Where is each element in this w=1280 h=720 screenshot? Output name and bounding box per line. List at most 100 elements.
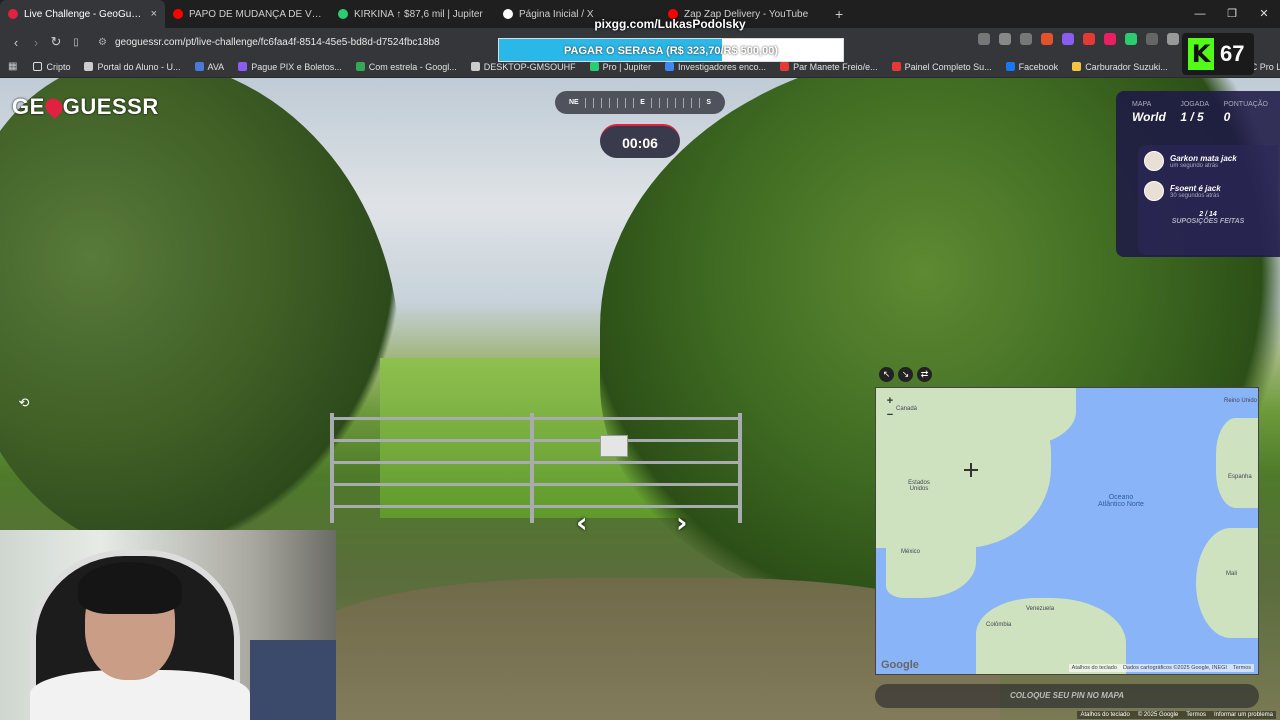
extension-icon[interactable] (1146, 33, 1158, 45)
guesses-counter: 2 / 14 SUPOSIÇÕES FEITAS (1171, 211, 1245, 225)
extension-icon[interactable] (1020, 33, 1032, 45)
apps-grid-icon[interactable]: ▦ (8, 61, 17, 72)
viewer-count: 67 (1220, 41, 1245, 66)
compass-label: NE (569, 99, 579, 106)
bookmark-item[interactable]: Par Manete Freio/e... (774, 62, 884, 72)
extension-icon[interactable] (1125, 33, 1137, 45)
forward-icon[interactable]: › (26, 35, 46, 50)
expand-map-icon[interactable]: ↖ (879, 367, 894, 382)
player-item: Garkon mata jack um segundo atrás (1144, 151, 1272, 171)
extension-icon[interactable] (1083, 33, 1095, 45)
bookmark-item[interactable]: Painel Completo Su... (886, 62, 998, 72)
game-status-panel: MAPA World JOGADA 1 / 5 PONTUAÇÃO 0 Garkon … (1116, 91, 1280, 257)
bookmark-favicon-icon (194, 62, 204, 71)
bookmark-item[interactable]: AVA (189, 62, 231, 72)
bookmark-label: Par Manete Freio/e... (793, 61, 878, 72)
map-label: México (901, 549, 921, 555)
extension-icon[interactable] (1104, 33, 1116, 45)
google-logo: Google (881, 659, 919, 671)
goal-text: PAGAR O SERASA (R$ 323,70/R$ 500,00) (564, 45, 778, 57)
extensions-puzzle-icon[interactable] (1167, 33, 1179, 45)
terms-link[interactable]: Termos (1233, 665, 1251, 671)
bookmark-item[interactable]: Pague PIX e Boletos... (232, 62, 348, 72)
minimize-button[interactable]: — (1184, 0, 1216, 28)
bookmark-favicon-icon (780, 62, 790, 71)
bookmark-item[interactable]: Investigadores enco... (659, 62, 772, 72)
extension-icon[interactable] (1062, 33, 1074, 45)
site-info-icon[interactable]: ⚙ (98, 37, 107, 48)
logo-text: GUESSR (62, 94, 159, 119)
compass: NE E S (555, 91, 725, 114)
zoom-in-button[interactable]: + (884, 394, 896, 408)
geoguessr-logo: GE GUESSR (12, 94, 159, 120)
logo-text: GE (12, 94, 45, 119)
brave-icon[interactable] (1041, 33, 1053, 45)
bookmark-item[interactable]: Carburador Suzuki... (1066, 62, 1174, 72)
bookmark-label: Carburador Suzuki... (1085, 61, 1168, 72)
folder-icon (33, 62, 43, 71)
bookmark-item[interactable]: Pro | Jupiter (584, 62, 657, 72)
guess-map[interactable]: Canadá Estados Unidos México Venezuela C… (875, 387, 1259, 675)
avatar (1144, 151, 1164, 171)
player-item: Fsoent é jack 30 segundos atrás (1144, 181, 1272, 201)
compass-label: S (706, 99, 712, 106)
kick-logo-icon: K (1188, 38, 1214, 70)
close-tab-icon[interactable]: × (151, 8, 157, 20)
compass-ticks (650, 97, 701, 108)
extension-icon[interactable] (999, 33, 1011, 45)
compass-ticks (584, 97, 635, 108)
bookmark-item[interactable]: Com estrela - Googl... (350, 62, 463, 72)
move-right-arrow[interactable]: › (676, 509, 708, 537)
maximize-button[interactable]: ❐ (1216, 0, 1248, 28)
crosshair-cursor-icon (964, 463, 978, 477)
bookmark-label: Facebook (1018, 61, 1059, 72)
map-stat: MAPA World (1132, 101, 1166, 124)
players-list: Garkon mata jack um segundo atrás Fsoent … (1138, 145, 1278, 255)
bookmark-item[interactable]: Cripto (27, 62, 76, 72)
back-icon[interactable]: ‹ (6, 35, 26, 50)
tab-title: PAPO DE MUDANÇA DE VIDA COM (189, 8, 322, 20)
bookmark-favicon-icon (589, 62, 599, 71)
bookmark-label: Com estrela - Googl... (368, 61, 457, 72)
copyright-text: © 2025 Google (1137, 712, 1179, 718)
bookmark-item[interactable]: Facebook (1000, 62, 1065, 72)
shrink-map-icon[interactable]: ↘ (898, 367, 913, 382)
jupiter-favicon-icon (338, 9, 348, 19)
terms-link[interactable]: Termos (1186, 712, 1206, 718)
map-label: Colômbia (986, 622, 1012, 628)
keyboard-shortcuts-link[interactable]: Atalhos do teclado (1072, 665, 1117, 671)
donation-goal-bar: PAGAR O SERASA (R$ 323,70/R$ 500,00) (498, 38, 844, 62)
bookmark-favicon-icon (470, 62, 480, 71)
report-problem-link[interactable]: Informar um problema (1214, 712, 1273, 718)
keyboard-shortcuts-link[interactable]: Atalhos do teclado (1080, 712, 1129, 718)
bookmark-icon[interactable]: ▯ (66, 37, 86, 48)
bookmark-item[interactable]: DESKTOP-GMSOUHF (465, 62, 582, 72)
africa-land (1196, 528, 1258, 638)
new-tab-button[interactable]: + (825, 6, 853, 22)
bookmark-item[interactable]: Portal do Aluno - U... (78, 62, 186, 72)
close-window-button[interactable]: ✕ (1248, 0, 1280, 28)
reload-icon[interactable]: ↻ (46, 34, 66, 50)
window-controls: — ❐ ✕ (1184, 0, 1280, 28)
tab-jupiter[interactable]: KIRKINA ↑ $87,6 mil | Jupiter (330, 0, 495, 28)
place-pin-button[interactable]: COLOQUE SEU PIN NO MAPA (875, 684, 1259, 708)
bookmark-favicon-icon (355, 62, 365, 71)
return-to-start-icon[interactable]: ⟲ (14, 395, 34, 415)
map-label: Oceano Atlântico Norte (1098, 494, 1144, 508)
tab-geoguessr[interactable]: Live Challenge - GeoGuessr × (0, 0, 165, 28)
tab-youtube-papo[interactable]: PAPO DE MUDANÇA DE VIDA COM (165, 0, 330, 28)
central-america-land (886, 538, 976, 598)
map-attribution: Atalhos do teclado Dados cartográficos ©… (1068, 664, 1254, 672)
webcam-overlay (0, 530, 336, 720)
tab-title: Live Challenge - GeoGuessr (24, 8, 145, 20)
url-field[interactable]: ⚙ geoguessr.com/pt/live-challenge/fc6faa… (98, 31, 518, 53)
zoom-out-button[interactable]: − (884, 408, 896, 422)
url-text: geoguessr.com/pt/live-challenge/fc6faa4f… (114, 36, 440, 48)
extension-icon[interactable] (978, 33, 990, 45)
move-left-arrow[interactable]: ‹ (576, 509, 608, 537)
compass-label: E (640, 99, 645, 106)
avatar (1144, 181, 1164, 201)
europe-land (1216, 418, 1258, 508)
score-stat: PONTUAÇÃO 0 (1223, 101, 1268, 124)
pin-map-icon[interactable]: ⇄ (917, 367, 932, 382)
